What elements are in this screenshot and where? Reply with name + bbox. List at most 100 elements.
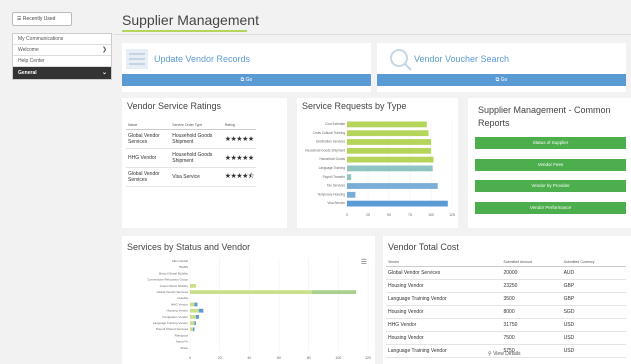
sidebar-item-help-center[interactable]: Help Center [13, 56, 111, 67]
bar-segment[interactable] [190, 315, 196, 319]
vendor-fees-button[interactable]: Vendor Fees [475, 159, 626, 171]
table-row: Global Vendor Services Household Goods Sh… [126, 129, 256, 149]
category-label: Graebel [177, 296, 188, 300]
column-header: Vendor [386, 258, 502, 267]
sidebar-nav: My Communications Welcome ❯ Help Center G… [12, 33, 112, 80]
category-label: Tax Services [327, 184, 345, 188]
category-label: Destination Services [316, 140, 345, 144]
currency-cell: USD [561, 344, 626, 358]
category-label: Cross Cultural Training [313, 131, 346, 135]
table-row: HHG Vendor 31750 USD [386, 318, 626, 332]
bar-segment[interactable] [190, 327, 193, 332]
x-tick-label: 100 [335, 356, 341, 360]
bar[interactable] [347, 130, 429, 137]
sidebar: ☰ Recently Used My Communications Welcom… [0, 0, 113, 364]
service-requests-chart: 0 25 50 75 100 125 Cost Estimate Cross Cultural… [305, 120, 455, 217]
amount-cell: 7500 [501, 331, 562, 345]
currency-cell: USD [561, 331, 626, 345]
go-label: Go [500, 77, 508, 83]
bar-segment[interactable] [198, 308, 204, 313]
bar-segment[interactable] [190, 321, 195, 325]
vendor-total-cost-panel: Vendor Total Cost Vendor Submitted Amoun… [383, 236, 631, 364]
list-icon: ☰ [17, 16, 22, 22]
x-tick-label: 25 [366, 213, 370, 217]
vendor-cell: Language Training Vendor [386, 344, 502, 358]
bar-segment[interactable] [190, 302, 195, 307]
ratings-table: Name Service Order Type Rating Global Ve… [126, 121, 256, 187]
sidebar-item-label: General [18, 70, 37, 76]
column-header: Name [126, 121, 171, 130]
vendor-service-ratings-panel: Vendor Service Ratings Name Service Orde… [122, 98, 287, 228]
vendor-by-provider-button[interactable]: Vendor by Provider [475, 180, 626, 192]
recently-used-button[interactable]: ☰ Recently Used [12, 12, 72, 26]
bar[interactable] [347, 174, 352, 181]
category-label: Temporary Housing [317, 192, 345, 196]
page-title: Supplier Management [122, 12, 259, 28]
category-label: Global Vendor Services [157, 290, 189, 294]
view-details-label: View Details [493, 351, 521, 357]
go-button[interactable]: ⧉ Go [122, 74, 371, 86]
column-header: Service Order Type [170, 121, 223, 130]
table-row: HHG Vendor Household Goods Shipment ★★★★★ [126, 148, 256, 168]
bar[interactable] [347, 121, 427, 128]
vendor-cell: Housing Vendor [386, 279, 502, 293]
bar-segment[interactable] [190, 284, 196, 288]
vendor-cell: Housing Vendor [386, 305, 502, 319]
category-label: Housing Vendor [167, 309, 188, 313]
vendor-cell: Global Vendor Services [386, 266, 502, 280]
category-label: Santa Fe [176, 340, 189, 344]
panel-title: Vendor Service Ratings [127, 101, 222, 111]
category-label: Payroll Transfer [323, 175, 346, 179]
category-label: BGRS [179, 265, 188, 269]
table-row: Global Vendor Services 20000 AUD [386, 266, 626, 280]
bar[interactable] [347, 139, 431, 145]
rating-stars: ★★★★★ [222, 129, 256, 149]
view-details-link[interactable]: ⚲ View Details [488, 351, 520, 357]
update-vendor-records-tile[interactable]: Update Vendor Records ⧉ Go [122, 43, 371, 92]
bar-segment[interactable] [311, 290, 357, 294]
sidebar-item-general[interactable]: General ⌄ [13, 67, 111, 79]
bar-segment[interactable] [190, 290, 312, 294]
category-label: Allen Global [172, 259, 189, 263]
tile-title: Vendor Voucher Search [414, 54, 510, 64]
bar-segment[interactable] [195, 315, 199, 319]
amount-cell: 23250 [501, 279, 562, 293]
go-button[interactable]: ⧉ Go [377, 74, 626, 86]
table-row: Global Vendor Services Visa Service ★★★★⯪ [126, 167, 256, 187]
bar-segment[interactable] [194, 302, 198, 307]
services-by-status-chart: 0 20 40 60 80 100 120 Allen Global BGRS Bristol G… [147, 258, 371, 360]
chevron-right-icon: ❯ [101, 47, 107, 53]
bar[interactable] [347, 165, 433, 172]
search-icon: ⚲ [488, 351, 492, 357]
bar[interactable] [347, 147, 431, 154]
sidebar-item-welcome[interactable]: Welcome ❯ [13, 45, 111, 56]
bar-segment[interactable] [192, 327, 195, 332]
x-tick-label: 0 [346, 213, 348, 217]
bar[interactable] [347, 191, 356, 198]
amount-cell: 31750 [501, 318, 562, 332]
x-tick-label: 0 [189, 356, 191, 360]
x-tick-label: 120 [365, 356, 371, 360]
bar[interactable] [347, 200, 448, 207]
vendor-performance-button[interactable]: Vendor Performance [475, 202, 626, 214]
bar-segment[interactable] [190, 308, 199, 313]
status-of-supplier-button[interactable]: Status of Supplier [475, 137, 626, 149]
x-tick-label: 40 [247, 356, 251, 360]
x-tick-label: 80 [307, 356, 311, 360]
title-underline [122, 30, 247, 32]
vendor-name: HHG Vendor [126, 148, 171, 168]
bar[interactable] [347, 183, 438, 189]
x-tick-label: 60 [277, 356, 281, 360]
tile-title: Update Vendor Records [154, 54, 251, 64]
category-label: Household Goods Shipment [305, 148, 345, 152]
bar[interactable] [347, 156, 434, 163]
vendor-name: Global Vendor Services [126, 129, 171, 149]
currency-cell: GBP [561, 292, 626, 306]
x-tick-label: 50 [387, 213, 391, 217]
bar-segment[interactable] [194, 321, 196, 325]
sidebar-item-my-communications[interactable]: My Communications [13, 34, 111, 45]
document-list-icon [126, 49, 148, 74]
vendor-voucher-search-tile[interactable]: Vendor Voucher Search ⧉ Go [377, 43, 626, 92]
category-label: Cost Estimate [325, 122, 345, 126]
panel-title: Services by Status and Vendor [127, 242, 251, 252]
